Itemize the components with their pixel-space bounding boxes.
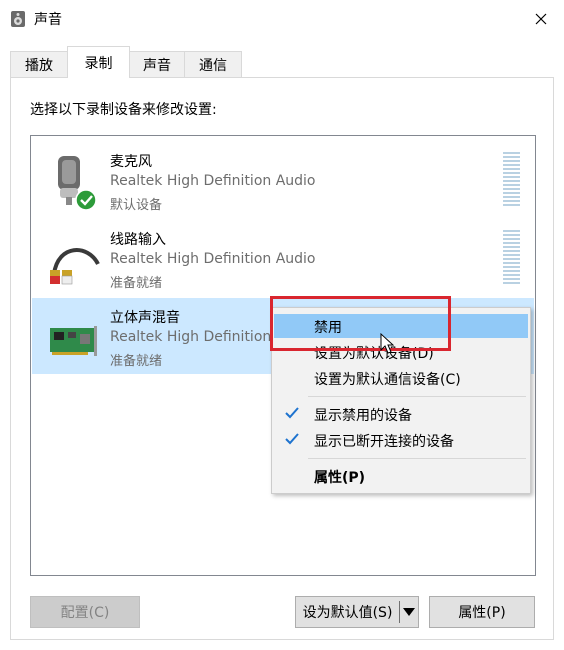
device-name: 立体声混音 [110, 310, 180, 326]
menu-item-label: 禁用 [314, 320, 342, 336]
set-default-split-button[interactable]: 设为默认值(S) [295, 596, 419, 628]
tab-sounds[interactable]: 声音 [129, 51, 185, 77]
sound-card-icon [50, 326, 97, 356]
checkmark-icon [285, 407, 299, 419]
set-default-dropdown-button[interactable] [400, 597, 418, 627]
device-description: Realtek High Definition Audio [110, 173, 316, 189]
menu-separator [308, 458, 526, 459]
title-bar: 声音 [0, 0, 564, 38]
context-menu: 禁用 设置为默认设备(D) 设置为默认通信设备(C) 显示禁用的设备 显示已断开… [271, 307, 531, 494]
menu-item-disable[interactable]: 禁用 [274, 314, 528, 338]
microphone-icon [58, 156, 97, 211]
tab-recording[interactable]: 录制 [67, 46, 130, 78]
triangle-down-icon [403, 608, 415, 616]
mouse-cursor-icon [380, 333, 394, 354]
level-meter [503, 230, 520, 286]
menu-separator [308, 396, 526, 397]
device-status: 准备就绪 [110, 354, 163, 369]
device-item-microphone[interactable]: 麦克风 Realtek High Definition Audio 默认设备 [32, 142, 534, 218]
menu-item-set-default-comm-device[interactable]: 设置为默认通信设备(C) [274, 366, 528, 390]
menu-item-label: 显示禁用的设备 [314, 408, 412, 424]
menu-item-properties[interactable]: 属性(P) [274, 464, 528, 488]
set-default-button[interactable]: 设为默认值(S) [296, 597, 399, 627]
device-status: 准备就绪 [110, 276, 163, 291]
instruction-text: 选择以下录制设备来修改设置: [30, 102, 217, 118]
device-item-line-in[interactable]: 线路输入 Realtek High Definition Audio 准备就绪 [32, 220, 534, 296]
device-description: Realtek High Definition Audio [110, 251, 316, 267]
menu-item-show-disabled-devices[interactable]: 显示禁用的设备 [274, 402, 528, 426]
menu-item-label: 设置为默认通信设备(C) [314, 372, 461, 388]
device-description: Realtek High Definition [110, 329, 272, 345]
device-status: 默认设备 [110, 198, 163, 213]
close-button[interactable] [518, 0, 564, 38]
checkmark-icon [285, 433, 299, 445]
configure-button[interactable]: 配置(C) [30, 596, 140, 628]
device-name: 麦克风 [110, 154, 152, 170]
device-name: 线路输入 [110, 232, 166, 248]
speaker-icon [11, 11, 25, 27]
menu-item-label: 设置为默认设备(D) [314, 346, 434, 362]
level-meter [503, 152, 520, 208]
menu-item-set-default-device[interactable]: 设置为默认设备(D) [274, 340, 528, 364]
menu-item-label: 显示已断开连接的设备 [314, 434, 454, 450]
line-in-cable-icon [50, 248, 100, 285]
tab-bar: 播放 录制 声音 通信 [0, 38, 564, 78]
tab-playback[interactable]: 播放 [10, 51, 68, 77]
tab-communications[interactable]: 通信 [184, 51, 242, 77]
menu-item-show-disconnected-devices[interactable]: 显示已断开连接的设备 [274, 428, 528, 452]
properties-button[interactable]: 属性(P) [429, 596, 535, 628]
menu-item-label: 属性(P) [314, 470, 366, 486]
window-title: 声音 [34, 12, 62, 28]
close-icon [535, 13, 547, 25]
